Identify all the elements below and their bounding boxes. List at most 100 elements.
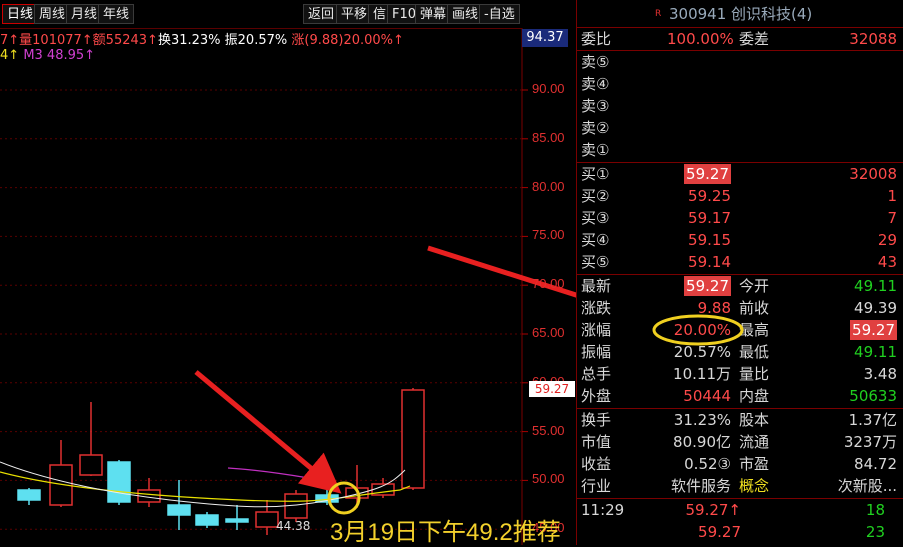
watchlist-button[interactable]: -自选 — [479, 4, 520, 24]
tab-weekly[interactable]: 周线 — [34, 4, 71, 24]
buy-level-price: 59.15 — [688, 231, 731, 249]
buy-level-price: 59.14 — [688, 253, 731, 271]
tick-volume: 18 — [865, 501, 885, 519]
candle-body[interactable] — [225, 518, 249, 523]
fund-value-turn: 31.23% — [673, 411, 731, 429]
quote-value-change: 9.88 — [697, 299, 731, 317]
quote-value-inner: 50633 — [849, 387, 897, 405]
danmaku-button[interactable]: 弹幕 — [415, 4, 452, 24]
quote-label-amp: 振幅 — [581, 343, 612, 361]
fund-value-ind: 软件服务 — [670, 477, 731, 495]
candle-body[interactable] — [195, 514, 219, 526]
tab-monthly[interactable]: 月线 — [66, 4, 103, 24]
fund-label-concept: 概念 — [739, 477, 770, 495]
fund-label-mv: 市值 — [581, 433, 612, 451]
fund-label-cap: 股本 — [739, 411, 770, 429]
quote-value-amp: 20.57% — [673, 343, 731, 361]
price-tick-label: 85.00 — [532, 129, 565, 145]
back-button[interactable]: 返回 — [303, 4, 340, 24]
ma-info-line: 4↑ M3 48.95↑ — [0, 48, 95, 63]
sell-level-label: 卖② — [581, 119, 610, 137]
price-tick-label: 90.00 — [532, 81, 565, 96]
quote-label-low: 最低 — [739, 343, 770, 361]
price-tick-label: 50.00 — [532, 471, 565, 487]
price-tick-label: 75.00 — [532, 227, 565, 243]
quote-label-open: 今开 — [739, 277, 770, 295]
candle-body[interactable] — [79, 454, 103, 476]
current-price-tag: 59.27 — [529, 381, 575, 397]
quote-value-open: 49.11 — [854, 277, 897, 295]
quote-value-outer: 50444 — [683, 387, 731, 405]
low-price-label: 44.38 — [276, 519, 311, 533]
quote-value-low: 49.11 — [854, 343, 897, 361]
fund-label-eps: 收益 — [581, 455, 612, 473]
indicator-info-line: 7↑量101077↑额55243↑换31.23% 振20.57% 涨(9.88)… — [0, 29, 404, 48]
sell-level-label: 卖① — [581, 141, 610, 159]
quote-label-vol: 总手 — [581, 365, 612, 383]
candle-body[interactable] — [255, 511, 279, 528]
fund-label-turn: 换手 — [581, 411, 612, 429]
order-ratio-value: 100.00% — [667, 30, 734, 48]
turnover-text: 换31.23% — [157, 33, 221, 48]
fund-value-eps: 0.52③ — [684, 455, 731, 473]
candle-body[interactable] — [107, 461, 131, 503]
quote-value-pct: 20.00% — [673, 321, 731, 339]
buy-level-volume: 7 — [887, 209, 897, 227]
ma-prefix: 4↑ — [0, 48, 20, 63]
arrow-to-entry — [194, 370, 342, 494]
quote-panel: R 300941 创识科技(4) 委比 100.00% 委差 32088 卖⑤ 卖… — [576, 0, 903, 545]
fund-value-float: 3237万 — [843, 433, 897, 451]
buy-level-label: 买② — [581, 187, 610, 205]
tick-time: 11:29 — [581, 501, 625, 519]
recommendation-caption: 3月19日下午49.2推荐 — [330, 519, 561, 546]
volume-amount-text: 7↑量101077↑额55243↑ — [0, 33, 158, 48]
price-tick-label: 80.00 — [532, 178, 565, 194]
fund-label-ind: 行业 — [581, 477, 612, 495]
buy-level-volume: 29 — [877, 231, 897, 249]
buy-level-volume: 43 — [877, 253, 897, 271]
fund-value-cap: 1.37亿 — [848, 411, 897, 429]
buy-level-label: 买① — [581, 165, 610, 183]
quote-label-inner: 内盘 — [739, 387, 770, 405]
tick-price: 59.27 — [698, 523, 741, 541]
fund-label-float: 流通 — [739, 433, 770, 451]
quote-label-outer: 外盘 — [581, 387, 612, 405]
quote-label-latest: 最新 — [581, 277, 612, 295]
order-diff-value: 32088 — [849, 30, 897, 48]
candle-body[interactable] — [167, 504, 191, 516]
pan-button[interactable]: 平移 — [336, 4, 373, 24]
candle-body[interactable] — [401, 389, 425, 489]
buy-level-label: 买③ — [581, 209, 610, 227]
ma-m3-text: M3 48.95↑ — [23, 48, 96, 63]
tick-price: 59.27↑ — [685, 501, 741, 519]
draw-line-button[interactable]: 画线 — [447, 4, 484, 24]
buy-level-label: 买④ — [581, 231, 610, 249]
buy-level-label: 买⑤ — [581, 253, 610, 271]
tab-yearly[interactable]: 年线 — [98, 4, 135, 24]
buy-level-volume: 32008 — [849, 165, 897, 183]
quote-value-vol: 10.11万 — [673, 365, 731, 383]
quote-value-volratio: 3.48 — [863, 365, 897, 383]
quote-label-volratio: 量比 — [739, 365, 770, 383]
chart-toolbar: 日线 周线 月线 年线 返回 平移 信 F10 弹幕 画线 -自选 — [0, 0, 522, 29]
r-marker: R — [655, 9, 662, 19]
candle-body[interactable] — [17, 489, 41, 501]
stock-title[interactable]: 300941 创识科技(4) — [669, 3, 812, 25]
price-tick-label: 70.00 — [532, 276, 565, 292]
fund-value-mv: 80.90亿 — [673, 433, 731, 451]
order-diff-label: 委差 — [739, 30, 770, 48]
sell-level-label: 卖④ — [581, 75, 610, 93]
fund-value-pe: 84.72 — [854, 455, 897, 473]
kline-chart[interactable] — [0, 0, 576, 545]
fund-label-pe: 市盈 — [739, 455, 770, 473]
top-price-tag: 94.37 — [522, 29, 568, 47]
amplitude-text: 振20.57% — [224, 33, 288, 48]
quote-value-high: 59.27 — [850, 320, 897, 340]
buy-level-price: 59.27 — [684, 164, 731, 184]
sell-level-label: 卖③ — [581, 97, 610, 115]
tab-daily[interactable]: 日线 — [2, 4, 39, 24]
order-ratio-label: 委比 — [581, 30, 612, 48]
change-text: 涨(9.88)20.00%↑ — [291, 33, 404, 48]
tick-volume: 23 — [865, 523, 885, 541]
quote-label-high: 最高 — [739, 321, 770, 339]
